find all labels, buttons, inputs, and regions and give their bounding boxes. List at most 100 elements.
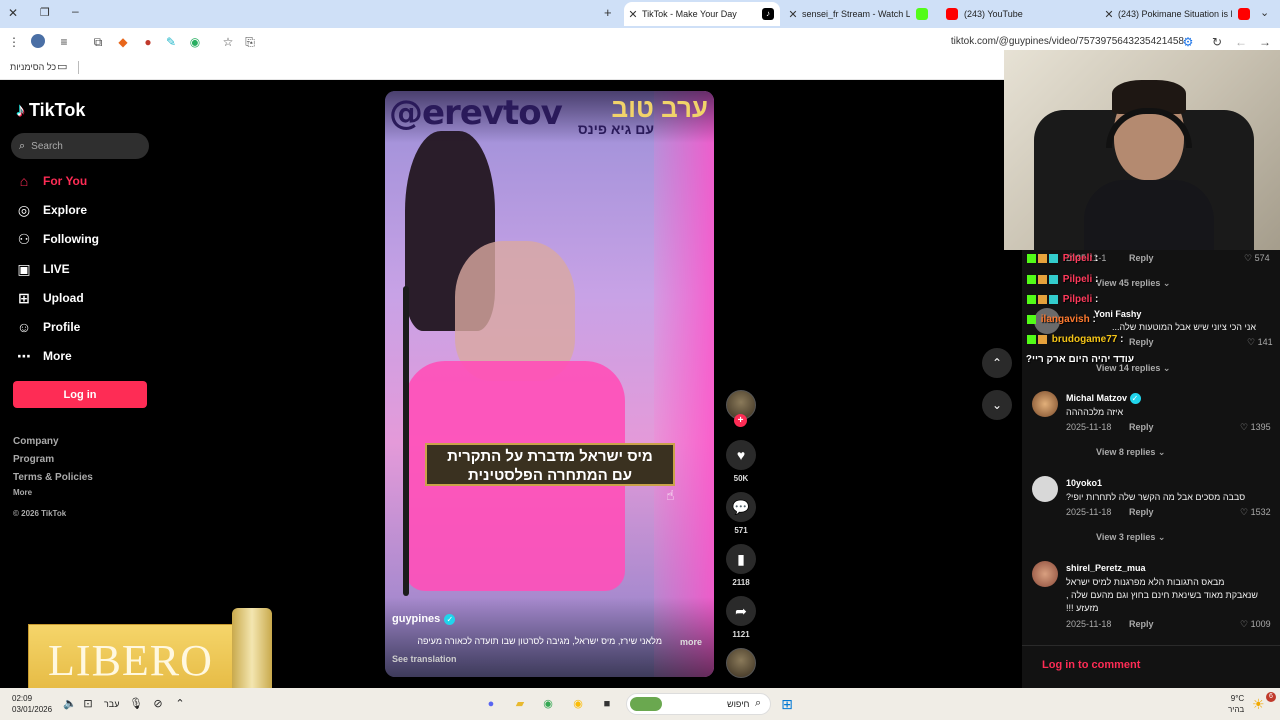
clock[interactable]: 02:09 03/01/2026 (12, 693, 52, 715)
weather-widget[interactable]: 9°C בהיר (1228, 693, 1244, 715)
reply-button[interactable]: Reply (1129, 507, 1154, 517)
microphone-icon[interactable]: 🎙 (128, 696, 144, 712)
nav-live[interactable]: ▣ LIVE (15, 258, 69, 280)
view-replies-button[interactable]: View 45 replies ⌄ (1096, 278, 1170, 289)
video-player[interactable]: @erevtov ערב טוב עם גיא פינס מיס ישראל מ… (385, 91, 714, 677)
language-indicator[interactable]: עבר (104, 699, 119, 709)
bookmark-icon[interactable]: ▮ (726, 544, 756, 574)
footer-more[interactable]: More (13, 488, 32, 497)
streamer-webcam-overlay (1004, 50, 1280, 250)
volume-icon[interactable]: 🔈 (62, 696, 78, 712)
chevron-up-icon[interactable]: ⌃ (172, 696, 188, 712)
view-replies-button[interactable]: View 8 replies ⌄ (1096, 447, 1165, 458)
comment-username[interactable]: 10yoko1 (1066, 478, 1102, 488)
close-tab-icon[interactable]: ✕ (1100, 8, 1118, 21)
notifications-off-icon[interactable]: ⊘ (150, 696, 166, 712)
see-translation-link[interactable]: See translation (392, 654, 457, 664)
forward-icon[interactable]: ← (1233, 34, 1249, 50)
reply-button[interactable]: Reply (1129, 337, 1154, 347)
extension-orange-icon[interactable]: ◆ (115, 34, 131, 50)
extension-icon[interactable]: ≡ (56, 34, 72, 50)
footer-program[interactable]: Program (13, 454, 54, 465)
tab-youtube[interactable]: (243) YouTube (940, 2, 1096, 26)
extension-teal-icon[interactable]: ✎ (163, 34, 179, 50)
comment-like[interactable]: ♡ 141 (1247, 337, 1273, 348)
comment-username[interactable]: shirel_Peretz_mua (1066, 563, 1146, 573)
youtube-favicon-icon (946, 8, 958, 20)
windows-start-icon[interactable]: ⊞ (779, 696, 795, 712)
terminal-icon[interactable]: ■ (599, 696, 615, 712)
tiktok-logo[interactable]: ♪ TikTok (16, 100, 85, 121)
footer-company[interactable]: Company (13, 436, 59, 447)
comment-like[interactable]: ♡ 1532 (1240, 507, 1271, 518)
avatar[interactable] (1032, 476, 1058, 502)
avatar[interactable] (1032, 561, 1058, 587)
sound-disc[interactable] (725, 648, 757, 678)
comment-like[interactable]: ♡ 574 (1244, 253, 1270, 264)
share-action[interactable]: ➦ 1121 (725, 596, 757, 639)
tab-search-icon[interactable]: ⌄ (1260, 6, 1269, 19)
nav-upload[interactable]: ⊞ Upload (15, 287, 84, 309)
comment-like[interactable]: ♡ 1395 (1240, 422, 1271, 433)
install-app-icon[interactable]: ⎘ (242, 34, 258, 50)
nav-profile[interactable]: ☺ Profile (15, 316, 81, 338)
comment-like[interactable]: ♡ 1009 (1240, 619, 1271, 630)
like-action[interactable]: ♥ 50K (725, 440, 757, 483)
discord-icon[interactable]: ● (483, 696, 499, 712)
comment-bubble-icon[interactable]: 💬 (726, 492, 756, 522)
minimize-window-icon[interactable]: – (72, 4, 79, 18)
save-action[interactable]: ▮ 2118 (725, 544, 757, 587)
close-tab-icon[interactable]: ✕ (784, 8, 802, 21)
follow-plus-button[interactable]: + (734, 414, 747, 427)
chrome-icon[interactable]: ◉ (540, 696, 556, 712)
nav-label: More (43, 349, 72, 363)
more-description-link[interactable]: more (680, 637, 702, 647)
reply-button[interactable]: Reply (1129, 253, 1154, 263)
nav-more[interactable]: ⋯ More (15, 345, 72, 367)
new-tab-button[interactable]: + (604, 5, 612, 20)
bookmark-star-icon[interactable]: ☆ (220, 34, 236, 50)
reply-button[interactable]: Reply (1129, 422, 1154, 432)
avatar[interactable] (1032, 391, 1058, 417)
close-window-icon[interactable]: ✕ (8, 6, 18, 20)
tab-kick-stream[interactable]: ✕ sensei_fr Stream - Watch Live o (784, 2, 934, 26)
tab-tiktok[interactable]: ✕ TikTok - Make Your Day ♪ (624, 2, 780, 26)
folder-icon[interactable]: ▭ (57, 60, 67, 73)
tab-youtube-pokimane[interactable]: ✕ (243) Pokimane Situation is Pa (1100, 2, 1256, 26)
restore-window-icon[interactable]: ❐ (40, 6, 50, 19)
profile-avatar-icon[interactable] (30, 34, 46, 50)
site-settings-icon[interactable]: ⚙ (1180, 34, 1196, 50)
search-input[interactable]: ⌕ Search (11, 133, 149, 159)
login-button[interactable]: Log in (13, 381, 147, 408)
all-bookmarks-label[interactable]: כל הסימניות (10, 62, 56, 72)
heart-icon[interactable]: ♥ (726, 440, 756, 470)
comment-username[interactable]: Yoni Fashy (1094, 309, 1141, 319)
perfume-bottle-image (232, 608, 272, 694)
close-tab-icon[interactable]: ✕ (624, 8, 642, 21)
video-author[interactable]: guypines ✓ (392, 613, 456, 625)
taskbar-search[interactable]: חיפוש ⌕ (626, 693, 771, 715)
back-icon[interactable]: → (1257, 34, 1273, 50)
chrome-profile-icon[interactable]: ◉ (570, 696, 586, 712)
comment-username[interactable]: Michal Matzov ✓ (1066, 393, 1141, 404)
nav-following[interactable]: ⚇ Following (15, 228, 99, 250)
share-arrow-icon[interactable]: ➦ (726, 596, 756, 626)
address-bar[interactable]: tiktok.com/@guypines/video/7573975643235… (951, 36, 1184, 47)
reload-icon[interactable]: ↻ (1209, 34, 1225, 50)
extension-red-icon[interactable]: ● (140, 34, 156, 50)
network-icon[interactable]: ⊡ (80, 696, 96, 712)
menu-dots-icon[interactable]: ⋮ (6, 34, 22, 50)
nav-explore[interactable]: ◎ Explore (15, 199, 87, 221)
login-to-comment-button[interactable]: Log in to comment (1022, 645, 1280, 690)
next-video-button[interactable]: ⌄ (982, 390, 1012, 420)
view-replies-button[interactable]: View 3 replies ⌄ (1096, 532, 1165, 543)
puzzle-extensions-icon[interactable]: ⧉ (90, 34, 106, 50)
comment-action[interactable]: 💬 571 (725, 492, 757, 535)
footer-terms[interactable]: Terms & Policies (13, 472, 93, 483)
extension-green-icon[interactable]: ◉ (187, 34, 203, 50)
heart-outline-icon: ♡ (1240, 619, 1249, 629)
reply-button[interactable]: Reply (1129, 619, 1154, 629)
file-explorer-icon[interactable]: ▰ (512, 696, 528, 712)
previous-video-button[interactable]: ⌃ (982, 348, 1012, 378)
nav-for-you[interactable]: ⌂ For You (15, 170, 87, 192)
